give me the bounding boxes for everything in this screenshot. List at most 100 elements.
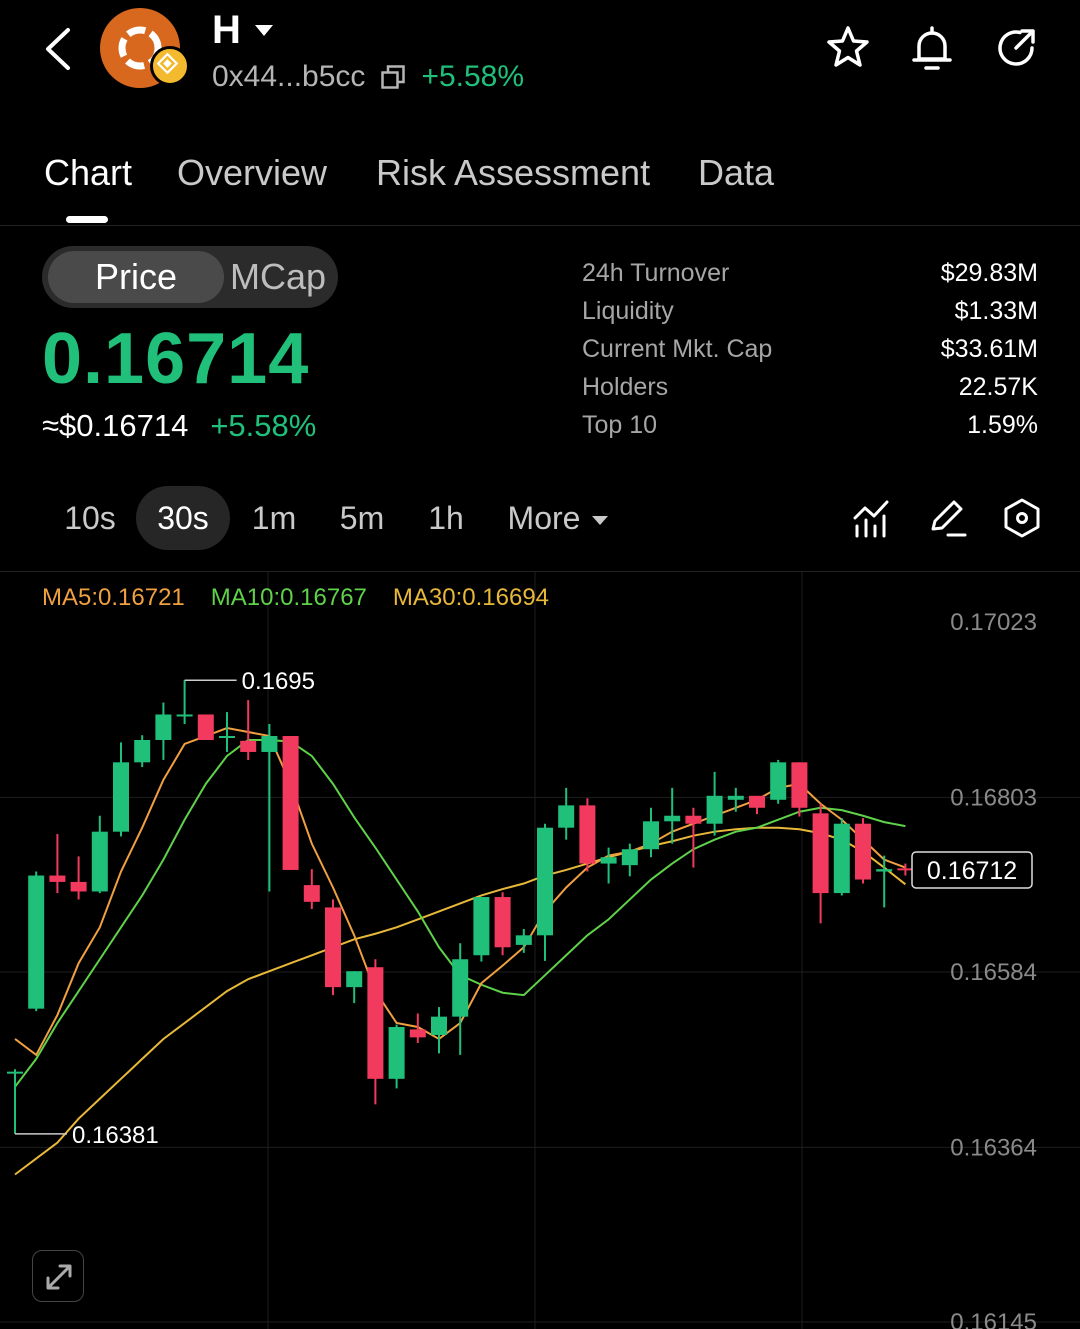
tab-chart[interactable]: Chart	[44, 152, 132, 194]
candle-down	[685, 815, 702, 824]
toggle-price[interactable]: Price	[48, 251, 224, 303]
candle-down	[240, 740, 257, 752]
candle-up	[621, 849, 638, 866]
fullscreen-button[interactable]	[32, 1250, 84, 1302]
candle-down	[897, 868, 914, 871]
candle-up	[727, 795, 744, 800]
stat-row: Top 10 1.59%	[582, 406, 1038, 444]
stat-row: 24h Turnover $29.83M	[582, 254, 1038, 292]
main-tabs: Chart Overview Risk Assessment Data	[0, 150, 1080, 226]
stat-label: 24h Turnover	[582, 259, 730, 287]
token-address: 0x44...b5cc	[212, 60, 366, 93]
interval-more[interactable]: More	[496, 486, 620, 550]
toggle-mcap[interactable]: MCap	[224, 251, 332, 303]
star-icon[interactable]	[824, 24, 872, 72]
candle-up	[600, 857, 617, 864]
back-icon[interactable]	[40, 26, 80, 72]
bnb-chain-icon	[150, 46, 190, 86]
candlestick-chart[interactable]: 0.17023 0.16803 0.16584 0.16364 0.16145 0.169…	[0, 572, 1080, 1329]
candle-up	[431, 1016, 447, 1035]
candle-down	[70, 881, 87, 892]
y-axis-tick-label: 0.16364	[950, 1134, 1037, 1161]
ma30-legend: MA30:0.16694	[392, 584, 550, 611]
y-axis-tick-label: 0.16145	[950, 1309, 1037, 1329]
low-marker-label: 0.16381	[72, 1122, 159, 1149]
expand-icon	[46, 1264, 72, 1290]
candle-up	[176, 714, 193, 717]
bell-icon[interactable]	[908, 24, 956, 72]
share-icon[interactable]	[992, 24, 1040, 72]
y-axis-tick-label: 0.16803	[950, 784, 1037, 811]
usd-price-row: ≈$0.16714 +5.58%	[42, 408, 316, 444]
usd-price: ≈$0.16714	[42, 408, 189, 443]
candle-up	[346, 971, 363, 988]
interval-1m[interactable]: 1m	[240, 486, 308, 550]
tab-overview[interactable]: Overview	[177, 152, 327, 194]
candle-down	[855, 823, 871, 880]
candle-down	[579, 805, 596, 864]
candle-up	[134, 739, 151, 763]
candle-up	[558, 805, 575, 828]
interval-5m[interactable]: 5m	[326, 486, 398, 550]
candle-up	[91, 831, 108, 892]
candle-up	[770, 762, 787, 800]
ma-legend: MA5:0.16721 MA10:0.16767 MA30:0.16694	[42, 584, 549, 612]
candle-up	[706, 795, 723, 824]
token-name[interactable]: H	[212, 8, 273, 53]
interval-10s[interactable]: 10s	[52, 486, 128, 550]
candle-down	[749, 795, 765, 808]
header: H 0x44...b5cc +5.58%	[0, 0, 1080, 120]
stat-label: Top 10	[582, 411, 658, 439]
candle-up	[28, 875, 45, 1009]
candle-down	[197, 714, 214, 740]
chevron-down-icon	[254, 25, 273, 36]
candle-up	[643, 821, 659, 850]
candle-up	[515, 935, 532, 945]
token-address-row: 0x44...b5cc +5.58%	[212, 60, 524, 94]
stat-value: $1.33M	[954, 297, 1038, 325]
token-symbol: H	[212, 8, 241, 52]
candle-up	[664, 815, 681, 822]
indicators-icon[interactable]	[852, 496, 892, 540]
candle-down	[49, 875, 66, 882]
stat-label: Liquidity	[582, 297, 674, 325]
stat-label: Current Mkt. Cap	[582, 335, 773, 363]
candle-up	[833, 823, 850, 894]
candle-down	[494, 897, 511, 948]
candle-up	[7, 1071, 23, 1074]
stat-row: Liquidity $1.33M	[582, 292, 1038, 330]
draw-pencil-icon[interactable]	[928, 496, 968, 540]
tab-indicator	[66, 216, 108, 223]
interval-1h[interactable]: 1h	[414, 486, 478, 550]
stat-value: $33.61M	[940, 335, 1038, 363]
high-marker-label: 0.1695	[242, 668, 315, 695]
last-price-label: 0.16712	[927, 857, 1017, 885]
stat-value: $29.83M	[940, 259, 1038, 287]
settings-hexagon-icon[interactable]	[1002, 496, 1042, 540]
candle-down	[282, 736, 299, 870]
chart-area[interactable]: 0.17023 0.16803 0.16584 0.16364 0.16145 0.169…	[0, 571, 1080, 1329]
stat-row: Holders 22.57K	[582, 368, 1038, 406]
price-change: +5.58%	[210, 408, 317, 443]
stat-row: Current Mkt. Cap $33.61M	[582, 330, 1038, 368]
interval-30s[interactable]: 30s	[136, 486, 230, 550]
candle-up	[261, 736, 278, 752]
candle-down	[791, 762, 808, 808]
y-axis-tick-label: 0.17023	[950, 609, 1037, 636]
stat-value: 22.57K	[958, 373, 1038, 401]
candle-up	[113, 762, 129, 832]
candle-down	[303, 885, 320, 902]
tab-data[interactable]: Data	[698, 152, 774, 194]
stats-panel: 24h Turnover $29.83M Liquidity $1.33M Curr…	[582, 254, 1038, 444]
tab-risk-assessment[interactable]: Risk Assessment	[376, 152, 650, 194]
copy-icon[interactable]	[381, 65, 406, 89]
token-change: +5.58%	[421, 60, 525, 93]
candle-up	[876, 869, 893, 872]
y-axis-tick-label: 0.16584	[950, 959, 1037, 986]
current-price: 0.16714	[42, 319, 310, 399]
candle-up	[537, 827, 553, 936]
ma10-legend: MA10:0.16767	[210, 584, 367, 611]
candle-up	[473, 897, 490, 956]
candle-up	[452, 959, 469, 1017]
candle-down	[325, 907, 341, 988]
